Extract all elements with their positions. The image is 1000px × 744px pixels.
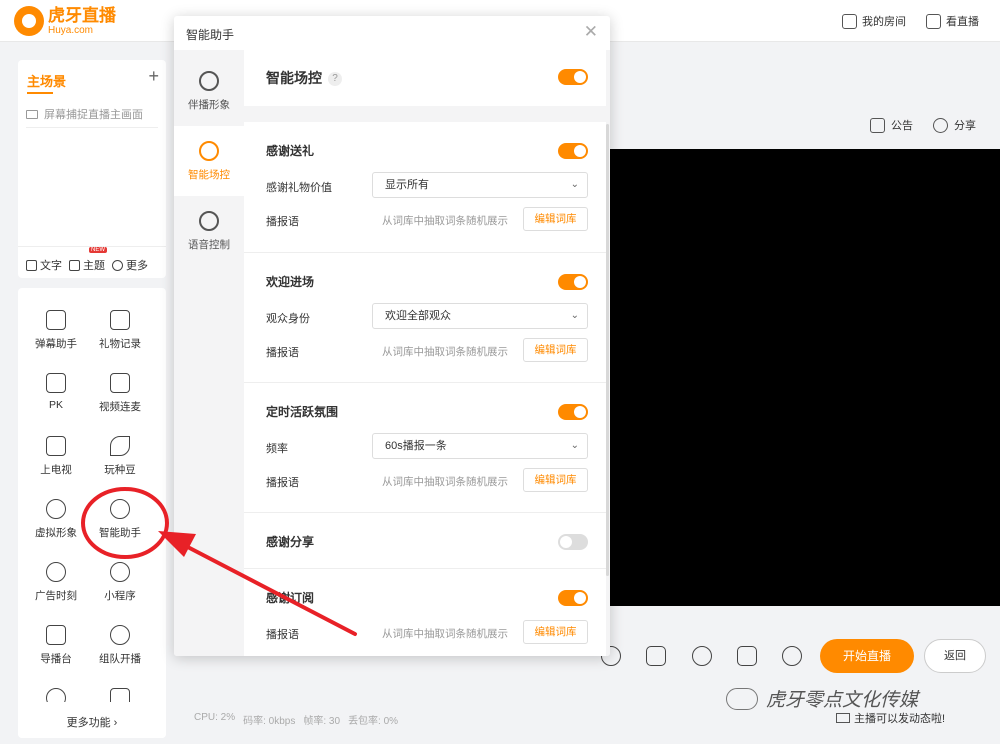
annotation-arrow-shaft (178, 541, 357, 636)
annotation-arrow-head (158, 531, 196, 557)
annotation-overlay (81, 487, 357, 636)
highlight-circle (81, 487, 169, 559)
